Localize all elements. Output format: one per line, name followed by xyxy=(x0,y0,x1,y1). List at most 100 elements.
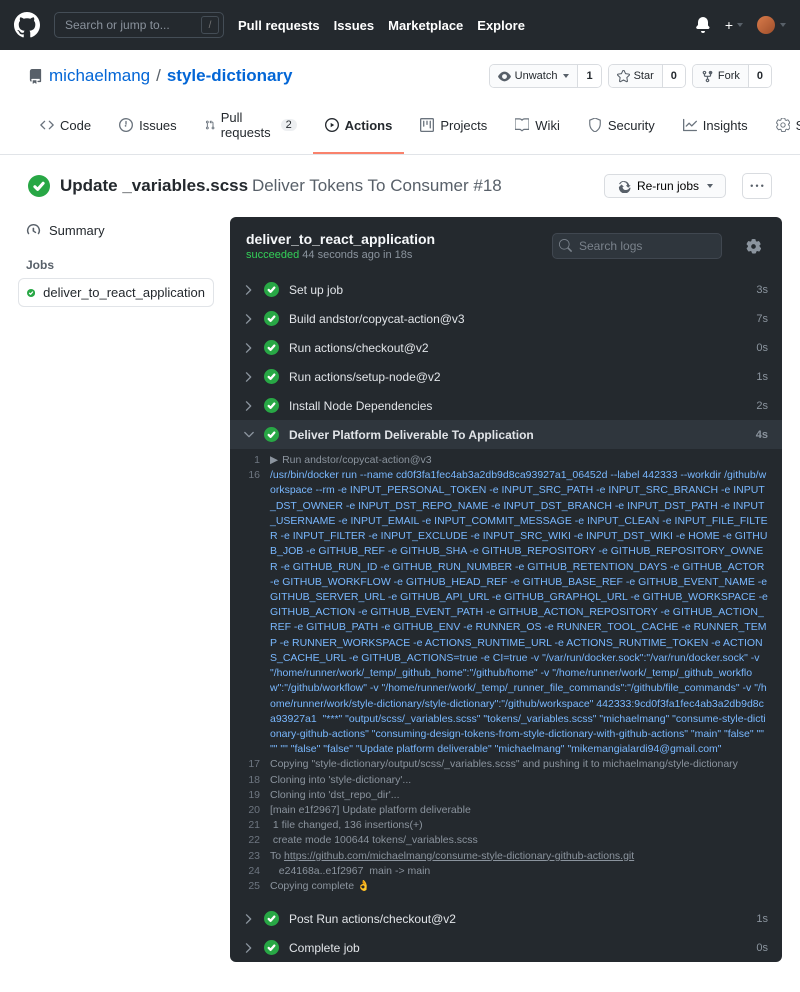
step-name: Deliver Platform Deliverable To Applicat… xyxy=(289,428,746,442)
watch-button[interactable]: Unwatch1 xyxy=(489,64,602,88)
more-options-button[interactable] xyxy=(742,173,772,199)
chevron-right-icon xyxy=(244,285,254,295)
repo-title: michaelmang / style-dictionary xyxy=(28,66,293,86)
tab-pull-requests[interactable]: Pull requests2 xyxy=(193,102,309,154)
success-check-icon xyxy=(264,340,279,355)
step-name: Run actions/setup-node@v2 xyxy=(289,370,746,384)
log-settings-button[interactable] xyxy=(740,233,766,259)
step-row[interactable]: Run actions/setup-node@v2 1s xyxy=(230,362,782,391)
chevron-right-icon xyxy=(244,343,254,353)
tab-projects[interactable]: Projects xyxy=(408,102,499,154)
step-name: Post Run actions/checkout@v2 xyxy=(289,912,746,926)
step-duration: 1s xyxy=(756,371,768,383)
log-search xyxy=(552,233,722,259)
repo-name-link[interactable]: style-dictionary xyxy=(167,66,293,86)
search-input[interactable] xyxy=(54,12,224,38)
step-duration: 4s xyxy=(756,429,768,441)
tab-settings[interactable]: Settings xyxy=(764,102,800,154)
remote-url-link[interactable]: https://github.com/michaelmang/consume-s… xyxy=(284,850,634,862)
chevron-right-icon xyxy=(244,943,254,953)
create-new-dropdown[interactable]: + xyxy=(725,17,743,33)
step-duration: 0s xyxy=(756,942,768,954)
run-title: Update _variables.scss xyxy=(60,176,248,195)
tab-wiki[interactable]: Wiki xyxy=(503,102,572,154)
user-menu[interactable] xyxy=(757,16,786,34)
success-check-icon xyxy=(264,282,279,297)
star-icon xyxy=(617,70,630,83)
sync-icon xyxy=(617,179,631,193)
eye-icon xyxy=(498,70,511,83)
nav-marketplace[interactable]: Marketplace xyxy=(388,18,463,33)
fork-icon xyxy=(701,70,714,83)
star-count: 0 xyxy=(662,65,685,87)
step-row[interactable]: Deliver Platform Deliverable To Applicat… xyxy=(230,420,782,449)
success-check-icon xyxy=(264,398,279,413)
step-row[interactable]: Set up job 3s xyxy=(230,275,782,304)
nav-pull-requests[interactable]: Pull requests xyxy=(238,18,320,33)
step-name: Build andstor/copycat-action@v3 xyxy=(289,312,746,326)
run-sidebar: Summary Jobs deliver_to_react_applicatio… xyxy=(18,217,214,307)
github-logo-icon[interactable] xyxy=(14,12,40,38)
sidebar-summary[interactable]: Summary xyxy=(18,217,214,244)
gear-icon xyxy=(746,239,761,254)
tab-issues[interactable]: Issues xyxy=(107,102,189,154)
repo-owner-link[interactable]: michaelmang xyxy=(49,66,150,86)
notifications-icon[interactable] xyxy=(695,17,711,33)
repo-tabs: Code Issues Pull requests2 Actions Proje… xyxy=(28,102,772,154)
workflow-run-header: Update _variables.scss Deliver Tokens To… xyxy=(0,155,800,217)
sidebar-jobs-header: Jobs xyxy=(18,244,214,278)
step-row[interactable]: Complete job 0s xyxy=(230,933,782,962)
fork-button[interactable]: Fork0 xyxy=(692,64,772,88)
run-subtitle: Deliver Tokens To Consumer #18 xyxy=(252,176,502,195)
search-icon xyxy=(559,239,572,252)
log-panel: deliver_to_react_application succeeded 4… xyxy=(230,217,782,962)
step-row[interactable]: Build andstor/copycat-action@v3 7s xyxy=(230,304,782,333)
log-search-input[interactable] xyxy=(552,233,722,259)
step-name: Complete job xyxy=(289,941,746,955)
log-panel-header: deliver_to_react_application succeeded 4… xyxy=(230,217,782,275)
success-check-icon xyxy=(264,311,279,326)
tab-security[interactable]: Security xyxy=(576,102,667,154)
job-title: deliver_to_react_application xyxy=(246,231,435,247)
step-row[interactable]: Run actions/checkout@v2 0s xyxy=(230,333,782,362)
step-row[interactable]: Post Run actions/checkout@v2 1s xyxy=(230,904,782,933)
success-check-icon xyxy=(264,911,279,926)
step-name: Set up job xyxy=(289,283,746,297)
pr-count: 2 xyxy=(281,119,297,131)
avatar xyxy=(757,16,775,34)
top-nav: Pull requests Issues Marketplace Explore xyxy=(238,18,525,33)
success-check-icon xyxy=(27,286,35,300)
step-duration: 3s xyxy=(756,284,768,296)
success-check-icon xyxy=(264,427,279,442)
global-search: / xyxy=(54,12,224,38)
repo-header: michaelmang / style-dictionary Unwatch1 … xyxy=(0,50,800,155)
step-duration: 0s xyxy=(756,342,768,354)
step-duration: 7s xyxy=(756,313,768,325)
tab-insights[interactable]: Insights xyxy=(671,102,760,154)
slash-key-hint: / xyxy=(201,16,219,34)
fork-count: 0 xyxy=(748,65,771,87)
log-output: 1▶Run andstor/copycat-action@v316/usr/bi… xyxy=(230,449,782,904)
rerun-jobs-button[interactable]: Re-run jobs xyxy=(604,174,726,198)
step-duration: 1s xyxy=(756,913,768,925)
tab-code[interactable]: Code xyxy=(28,102,103,154)
nav-issues[interactable]: Issues xyxy=(334,18,374,33)
job-meta: succeeded 44 seconds ago in 18s xyxy=(246,249,435,261)
chevron-right-icon xyxy=(244,401,254,411)
meter-icon xyxy=(26,223,41,238)
repo-icon xyxy=(28,69,43,84)
global-header: / Pull requests Issues Marketplace Explo… xyxy=(0,0,800,50)
watch-count: 1 xyxy=(577,65,600,87)
tab-actions[interactable]: Actions xyxy=(313,102,405,154)
step-duration: 2s xyxy=(756,400,768,412)
kebab-icon xyxy=(750,184,764,188)
sidebar-job-item[interactable]: deliver_to_react_application xyxy=(18,278,214,307)
chevron-right-icon xyxy=(244,914,254,924)
star-button[interactable]: Star0 xyxy=(608,64,686,88)
step-row[interactable]: Install Node Dependencies2s xyxy=(230,391,782,420)
chevron-right-icon xyxy=(244,314,254,324)
step-name: Run actions/checkout@v2 xyxy=(289,341,746,355)
nav-explore[interactable]: Explore xyxy=(477,18,525,33)
success-check-icon xyxy=(264,369,279,384)
success-check-icon xyxy=(264,940,279,955)
